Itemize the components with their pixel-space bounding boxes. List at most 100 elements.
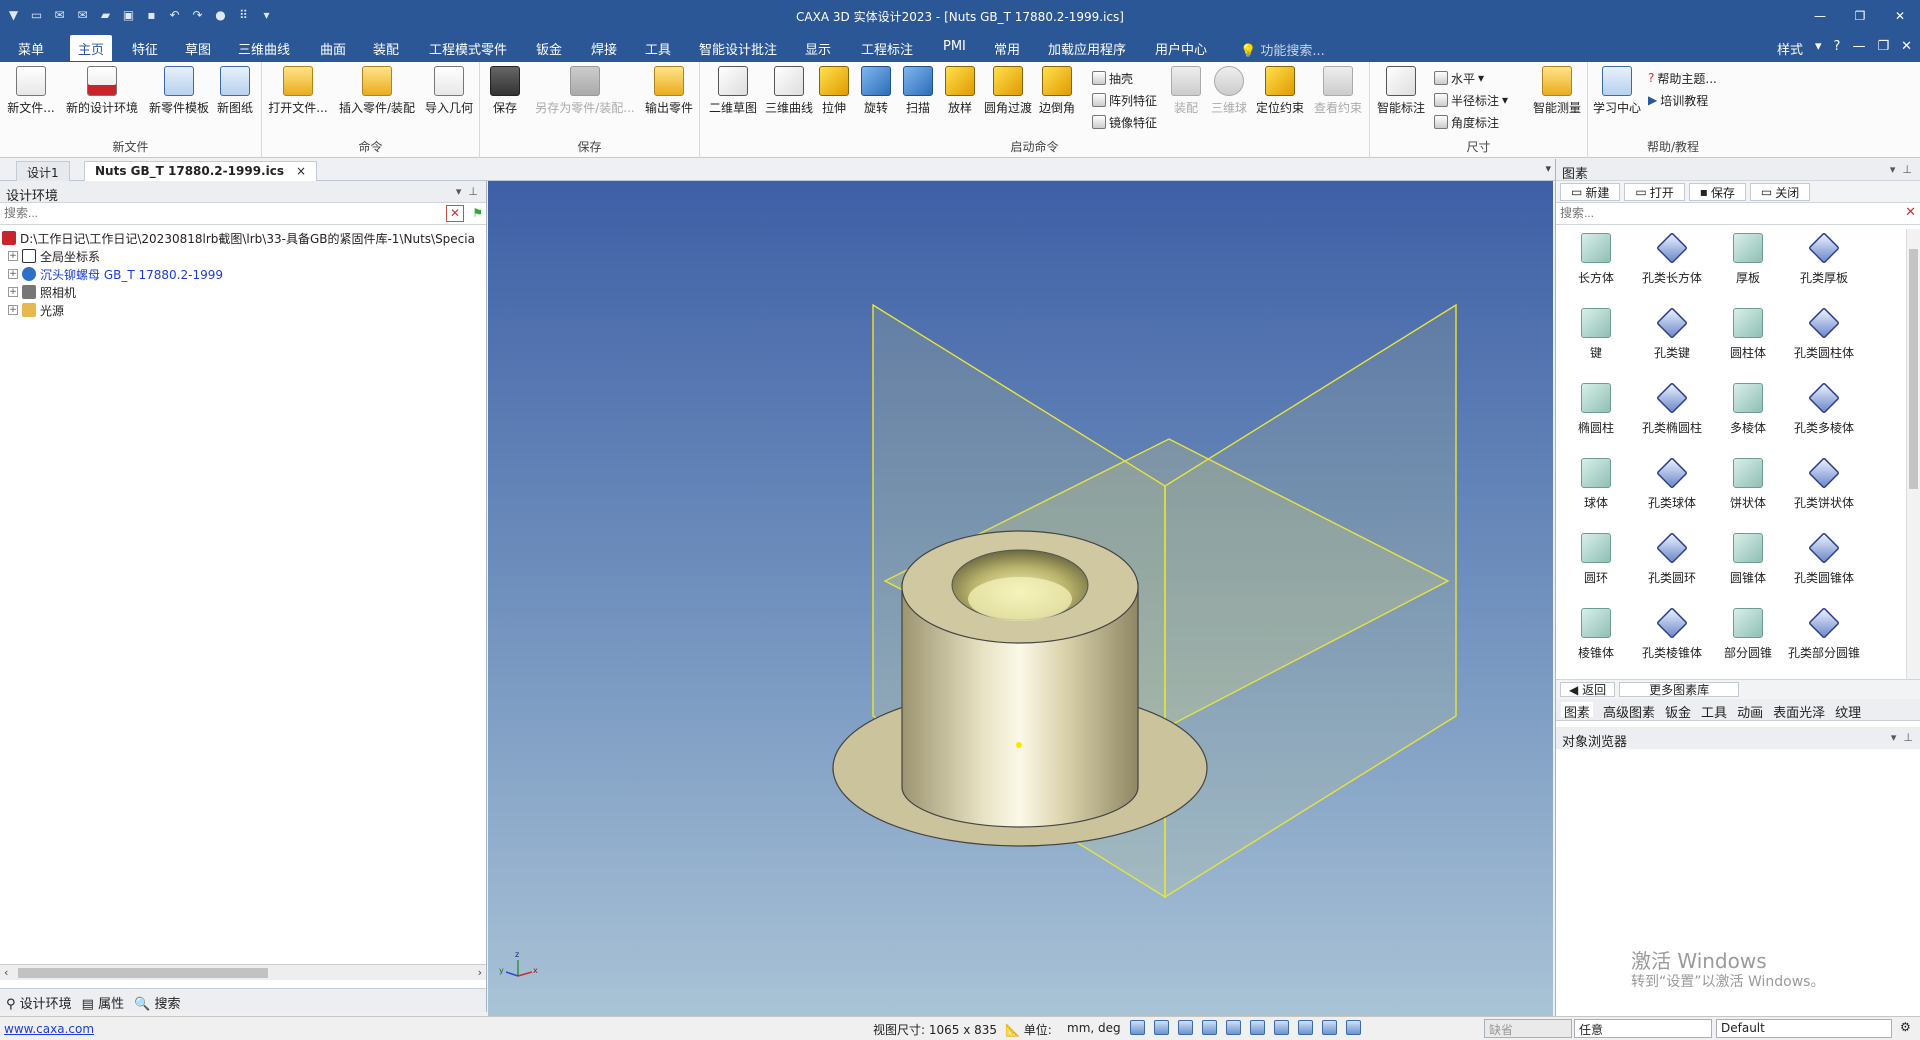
element-item[interactable]: 厚板 <box>1710 229 1786 304</box>
training-tutorial-button[interactable]: ▶ 培训教程 <box>1648 90 1708 110</box>
tree-node-rivet-nut[interactable]: + 沉头铆螺母 GB_T 17880.2-1999 <box>2 265 484 283</box>
smart-measure-button[interactable]: 智能测量 <box>1530 66 1584 116</box>
doc-tab-design1[interactable]: 设计1 <box>16 161 70 181</box>
style-dropdown-icon[interactable]: ▾ <box>1815 39 1822 58</box>
element-item[interactable]: 孔类饼状体 <box>1786 454 1862 529</box>
fillet-button[interactable]: 圆角过渡 <box>982 66 1034 116</box>
xz-plane[interactable] <box>1164 303 1457 899</box>
assembly-button[interactable]: 装配 <box>1166 66 1206 116</box>
element-item[interactable]: 棱锥体 <box>1558 604 1634 679</box>
tab-design-env[interactable]: ⚲ 设计环境 <box>6 993 72 1012</box>
display-mode-icon[interactable] <box>1226 1020 1241 1035</box>
tab-user-center[interactable]: 用户中心 <box>1147 35 1215 61</box>
catalog-save-button[interactable]: ▪ 保存 <box>1688 183 1746 201</box>
smart-dimension-button[interactable]: 智能标注 <box>1374 66 1428 116</box>
filter-icon[interactable]: ⚑ <box>472 206 483 220</box>
element-item[interactable]: 球体 <box>1558 454 1634 529</box>
element-item[interactable]: 椭圆柱 <box>1558 379 1634 454</box>
horizontal-dimension-button[interactable]: 水平 ▾ <box>1434 68 1484 88</box>
radius-dimension-button[interactable]: 半径标注 ▾ <box>1434 90 1508 110</box>
element-item[interactable]: 孔类长方体 <box>1634 229 1710 304</box>
function-search[interactable]: 💡 功能搜索... <box>1240 40 1325 59</box>
element-item[interactable]: 圆柱体 <box>1710 304 1786 379</box>
tab-surface-gloss[interactable]: 表面光泽 <box>1773 702 1825 721</box>
tab-display[interactable]: 显示 <box>797 35 839 61</box>
horizontal-scrollbar[interactable]: ‹ › <box>0 964 486 980</box>
view-constraint-button[interactable]: 查看约束 <box>1310 66 1366 116</box>
extrude-button[interactable]: 拉伸 <box>814 66 854 116</box>
cursor-mode-icon[interactable] <box>1346 1020 1361 1035</box>
new-design-env-button[interactable]: 新的设计环境 <box>64 66 140 116</box>
style-menu[interactable]: 样式 <box>1777 39 1803 58</box>
expand-icon[interactable]: + <box>8 269 18 279</box>
tab-advanced-elements[interactable]: 高级图素 <box>1603 702 1655 721</box>
tab-tools[interactable]: 工具 <box>637 35 679 61</box>
element-item[interactable]: 孔类部分圆锥 <box>1786 604 1862 679</box>
clear-search-icon[interactable]: ✕ <box>446 205 464 222</box>
model-view[interactable]: z x y <box>488 181 1553 1016</box>
settings-icon[interactable]: ⚙ <box>1900 1020 1911 1034</box>
3d-ball-button[interactable]: 三维球 <box>1208 66 1250 116</box>
tab-sketch[interactable]: 草图 <box>177 35 219 61</box>
tab-home[interactable]: 主页 <box>70 35 113 61</box>
open-file-button[interactable]: 打开文件... <box>266 66 330 116</box>
tab-texture[interactable]: 纹理 <box>1835 702 1861 721</box>
origin-point[interactable] <box>1016 742 1022 748</box>
back-button[interactable]: ◀ 返回 <box>1560 682 1616 697</box>
3d-viewport[interactable]: z x y <box>488 181 1553 1016</box>
element-item[interactable]: 圆锥体 <box>1710 529 1786 604</box>
revolve-button[interactable]: 旋转 <box>856 66 896 116</box>
expand-icon[interactable]: + <box>8 251 18 261</box>
chamfer-button[interactable]: 边倒角 <box>1036 66 1078 116</box>
tree-node-root[interactable]: D:\工作日记\工作日记\20230818lrb截图\lrb\33-具备GB的紧… <box>2 229 484 247</box>
element-item[interactable]: 多棱体 <box>1710 379 1786 454</box>
unit-value[interactable]: mm, deg <box>1067 1021 1121 1035</box>
element-item[interactable]: 孔类圆环 <box>1634 529 1710 604</box>
doc-tab-nuts[interactable]: Nuts GB_T 17880.2-1999.ics × <box>84 161 318 181</box>
tree-node-global-coords[interactable]: + 全局坐标系 <box>2 247 484 265</box>
tab-engineering-dimension[interactable]: 工程标注 <box>853 35 921 61</box>
panel-pin-icon[interactable]: ▾ ⊥ <box>1890 163 1912 176</box>
tab-menu[interactable]: 菜单 <box>10 35 52 61</box>
new-part-template-button[interactable]: 新零件模板 <box>146 66 212 116</box>
close-tab-icon[interactable]: × <box>296 164 306 178</box>
catalog-open-button[interactable]: ▭ 打开 <box>1624 183 1685 201</box>
ribbon-restore-icon[interactable]: ❐ <box>1877 39 1889 58</box>
vertical-scrollbar[interactable] <box>1906 229 1920 679</box>
tree-node-camera[interactable]: + 照相机 <box>2 283 484 301</box>
scroll-left-icon[interactable]: ‹ <box>4 966 8 979</box>
shell-button[interactable]: 抽壳 <box>1092 68 1133 88</box>
element-item[interactable]: 孔类厚板 <box>1786 229 1862 304</box>
element-item[interactable]: 孔类多棱体 <box>1786 379 1862 454</box>
website-link[interactable]: www.caxa.com <box>4 1022 94 1036</box>
tab-feature[interactable]: 特征 <box>124 35 166 61</box>
tab-animation[interactable]: 动画 <box>1737 702 1763 721</box>
help-topics-button[interactable]: ? 帮助主题... <box>1648 68 1717 88</box>
2d-sketch-button[interactable]: 二维草图 <box>706 66 760 116</box>
element-item[interactable]: 孔类圆锥体 <box>1786 529 1862 604</box>
help-icon[interactable]: ? <box>1834 39 1841 58</box>
tree-search-input[interactable] <box>0 203 440 223</box>
position-constraint-button[interactable]: 定位约束 <box>1252 66 1308 116</box>
insert-part-button[interactable]: 插入零件/装配 <box>334 66 420 116</box>
new-drawing-button[interactable]: 新图纸 <box>208 66 262 116</box>
scroll-right-icon[interactable]: › <box>478 966 482 979</box>
view-orient-icon[interactable] <box>1178 1020 1193 1035</box>
catalog-close-button[interactable]: ▭ 关闭 <box>1749 183 1811 201</box>
tab-properties[interactable]: ▤ 属性 <box>82 993 124 1012</box>
mirror-button[interactable]: 镜像特征 <box>1092 112 1157 132</box>
more-libraries-button[interactable]: 更多图素库 <box>1619 682 1740 697</box>
zoom-window-icon[interactable] <box>1154 1020 1169 1035</box>
tab-welding[interactable]: 焊接 <box>583 35 625 61</box>
panel-pin-icon[interactable]: ▾ ⊥ <box>456 185 478 198</box>
select-pointer-icon[interactable] <box>1322 1020 1337 1035</box>
tab-assembly[interactable]: 装配 <box>365 35 407 61</box>
element-item[interactable]: 部分圆锥 <box>1710 604 1786 679</box>
scroll-thumb[interactable] <box>1909 249 1918 489</box>
element-item[interactable]: 孔类键 <box>1634 304 1710 379</box>
close-button[interactable]: ✕ <box>1880 0 1920 31</box>
catalog-new-button[interactable]: ▭ 新建 <box>1560 183 1621 201</box>
element-item[interactable]: 孔类圆柱体 <box>1786 304 1862 379</box>
angle-dimension-button[interactable]: 角度标注 <box>1434 112 1499 132</box>
tab-search[interactable]: 🔍 搜索 <box>134 993 180 1012</box>
